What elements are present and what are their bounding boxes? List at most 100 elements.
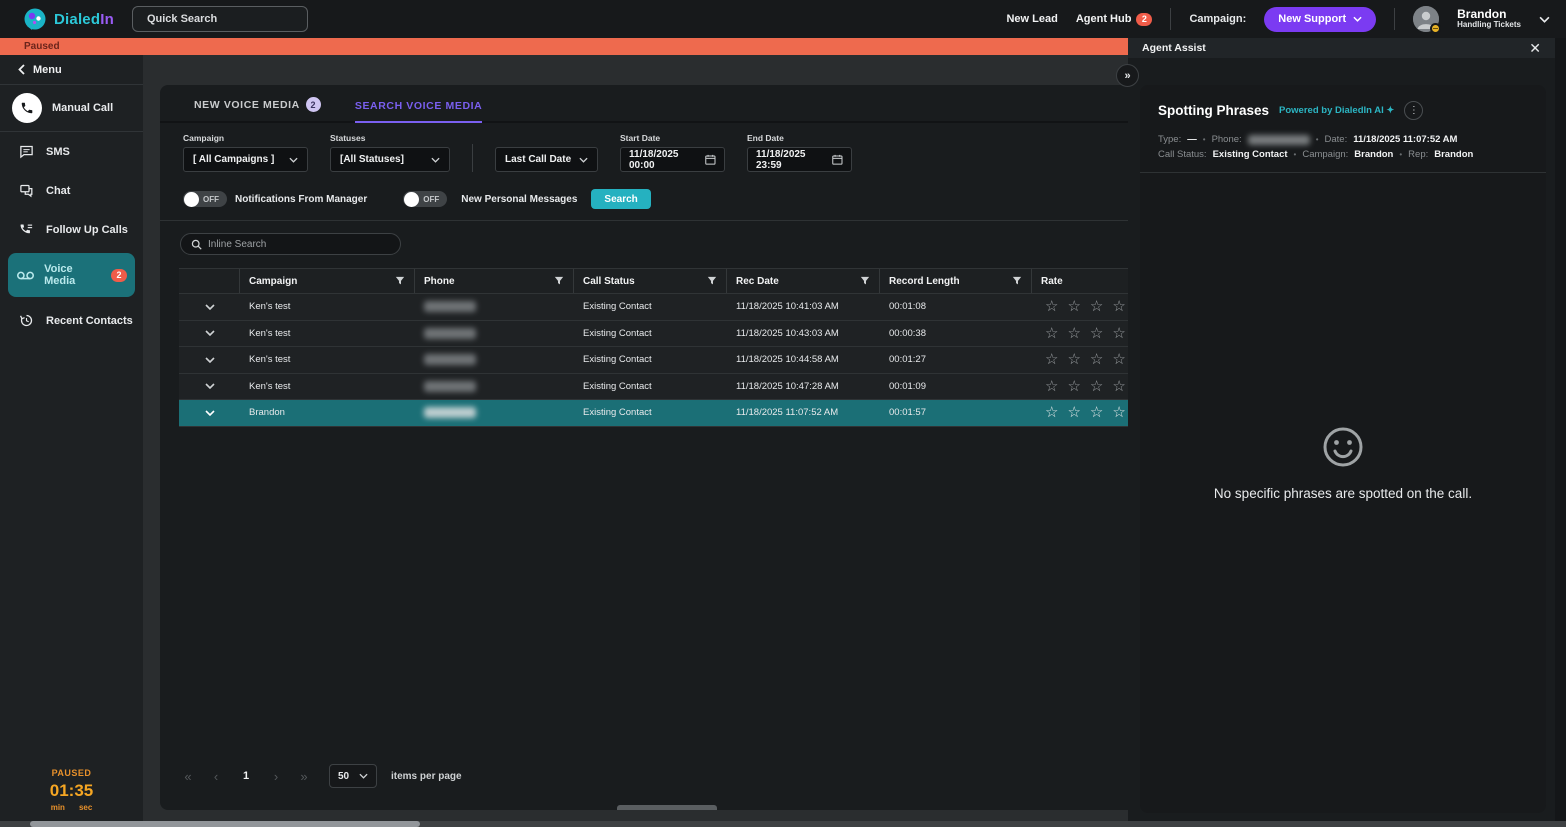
star-icon[interactable]: ☆	[1045, 299, 1058, 314]
filters-row: Campaign [ All Campaigns ] Statuses [All…	[160, 123, 1128, 172]
sms-icon	[16, 144, 36, 159]
horizontal-scrollbar-thumb[interactable]	[30, 821, 420, 827]
phone-icon	[12, 93, 42, 123]
cell-rating: ☆☆☆☆☆	[1032, 352, 1128, 367]
star-icon[interactable]: ☆	[1045, 352, 1058, 367]
user-avatar[interactable]	[1413, 6, 1439, 32]
quick-search-input[interactable]	[147, 13, 300, 25]
notifications-from-manager-label: Notifications From Manager	[235, 194, 367, 205]
filter-icon[interactable]	[554, 276, 564, 286]
date-type-select[interactable]: Last Call Date	[495, 147, 598, 172]
agent-hub-button[interactable]: Agent Hub 2	[1076, 13, 1153, 26]
expand-row-button[interactable]	[179, 383, 240, 389]
pause-timer-value: 01:35	[0, 781, 143, 801]
search-button[interactable]: Search	[591, 189, 650, 209]
quick-search-box[interactable]	[132, 6, 308, 32]
start-date-input[interactable]: 11/18/2025 00:00	[620, 147, 725, 172]
star-icon[interactable]: ☆	[1112, 379, 1125, 394]
page-size-select[interactable]: 50	[329, 764, 377, 788]
next-page-button[interactable]: ›	[267, 769, 285, 784]
new-personal-messages-label: New Personal Messages	[461, 194, 577, 205]
table-row-selected[interactable]: Brandon Existing Contact 11/18/2025 11:0…	[179, 400, 1128, 427]
inline-search-input[interactable]	[208, 239, 390, 250]
campaign-filter-select[interactable]: [ All Campaigns ]	[183, 147, 308, 172]
column-header-record-length[interactable]: Record Length	[880, 269, 1032, 293]
cell-record-length: 00:01:08	[880, 301, 1032, 312]
column-header-rate[interactable]: Rate	[1032, 269, 1128, 293]
cell-rec-date: 11/18/2025 10:43:03 AM	[727, 328, 880, 339]
statuses-filter-select[interactable]: [All Statuses]	[330, 147, 450, 172]
sidebar-item-sms[interactable]: SMS	[0, 132, 143, 171]
horizontal-scrollbar-track[interactable]	[0, 821, 1566, 827]
tab-search-voice-media[interactable]: SEARCH VOICE MEDIA	[355, 100, 482, 123]
star-icon[interactable]: ☆	[1112, 352, 1125, 367]
last-page-button[interactable]: »	[295, 769, 313, 784]
menu-back-button[interactable]: Menu	[0, 55, 143, 85]
table-row[interactable]: Ken's test Existing Contact 11/18/2025 1…	[179, 294, 1128, 321]
previous-page-button[interactable]: ‹	[207, 769, 225, 784]
new-lead-button[interactable]: New Lead	[1006, 13, 1057, 25]
expand-row-button[interactable]	[179, 410, 240, 416]
filter-icon[interactable]	[860, 276, 870, 286]
cell-phone-redacted	[415, 354, 574, 365]
sidebar-item-voice-media[interactable]: Voice Media 2	[8, 253, 135, 297]
first-page-button[interactable]: «	[179, 769, 197, 784]
calendar-icon[interactable]	[705, 154, 716, 165]
end-date-input[interactable]: 11/18/2025 23:59	[747, 147, 852, 172]
star-icon[interactable]: ☆	[1067, 379, 1080, 394]
star-icon[interactable]: ☆	[1090, 326, 1103, 341]
column-header-phone[interactable]: Phone	[415, 269, 574, 293]
star-icon[interactable]: ☆	[1090, 405, 1103, 420]
table-row[interactable]: Ken's test Existing Contact 11/18/2025 1…	[179, 347, 1128, 374]
star-icon[interactable]: ☆	[1090, 299, 1103, 314]
star-icon[interactable]: ☆	[1112, 405, 1125, 420]
filter-icon[interactable]	[707, 276, 717, 286]
items-per-page-label: items per page	[391, 771, 462, 782]
sidebar-item-chat[interactable]: Chat	[0, 171, 143, 210]
current-page[interactable]: 1	[235, 770, 257, 782]
star-icon[interactable]: ☆	[1090, 352, 1103, 367]
sidebar-item-manual-call[interactable]: Manual Call	[0, 85, 143, 132]
cell-call-status: Existing Contact	[574, 301, 727, 312]
campaign-select-button[interactable]: New Support	[1264, 7, 1376, 32]
table-horizontal-scrollbar[interactable]	[617, 805, 717, 810]
calendar-icon[interactable]	[832, 154, 843, 165]
sidebar-item-follow-up-calls[interactable]: Follow Up Calls	[0, 210, 143, 249]
star-icon[interactable]: ☆	[1067, 352, 1080, 367]
filter-icon[interactable]	[395, 276, 405, 286]
column-header-rec-date[interactable]: Rec Date	[727, 269, 880, 293]
expand-row-button[interactable]	[179, 304, 240, 310]
toggles-row: OFF Notifications From Manager OFF New P…	[160, 172, 1128, 209]
table-row[interactable]: Ken's test Existing Contact 11/18/2025 1…	[179, 321, 1128, 348]
cell-rec-date: 11/18/2025 11:07:52 AM	[727, 407, 880, 418]
inline-search-box[interactable]	[180, 233, 401, 255]
notifications-from-manager-toggle[interactable]: OFF	[183, 191, 227, 207]
close-icon[interactable]: ✕	[1529, 41, 1541, 55]
new-personal-messages-toggle[interactable]: OFF	[403, 191, 447, 207]
star-icon[interactable]: ☆	[1067, 326, 1080, 341]
empty-state: No specific phrases are spotted on the c…	[1140, 113, 1546, 813]
expand-row-button[interactable]	[179, 357, 240, 363]
column-header-call-status[interactable]: Call Status	[574, 269, 727, 293]
expand-row-button[interactable]	[179, 330, 240, 336]
pause-timer: PAUSED 01:35 minsec	[0, 768, 143, 812]
sidebar-item-recent-contacts[interactable]: Recent Contacts	[0, 301, 143, 340]
expand-panel-button[interactable]: »	[1116, 64, 1139, 87]
star-icon[interactable]: ☆	[1045, 326, 1058, 341]
star-icon[interactable]: ☆	[1090, 379, 1103, 394]
star-icon[interactable]: ☆	[1045, 405, 1058, 420]
star-icon[interactable]: ☆	[1112, 299, 1125, 314]
star-icon[interactable]: ☆	[1067, 405, 1080, 420]
voice-media-badge: 2	[111, 269, 127, 282]
filter-icon[interactable]	[1012, 276, 1022, 286]
toggle-knob	[184, 192, 199, 207]
column-header-campaign[interactable]: Campaign	[240, 269, 415, 293]
star-icon[interactable]: ☆	[1067, 299, 1080, 314]
tab-new-voice-media[interactable]: NEW VOICE MEDIA 2	[194, 97, 321, 123]
chevron-left-icon	[18, 64, 25, 75]
star-icon[interactable]: ☆	[1045, 379, 1058, 394]
star-icon[interactable]: ☆	[1112, 326, 1125, 341]
user-menu[interactable]: Brandon Handling Tickets	[1457, 8, 1521, 30]
table-row[interactable]: Ken's test Existing Contact 11/18/2025 1…	[179, 374, 1128, 401]
user-menu-chevron-icon[interactable]	[1539, 16, 1550, 23]
